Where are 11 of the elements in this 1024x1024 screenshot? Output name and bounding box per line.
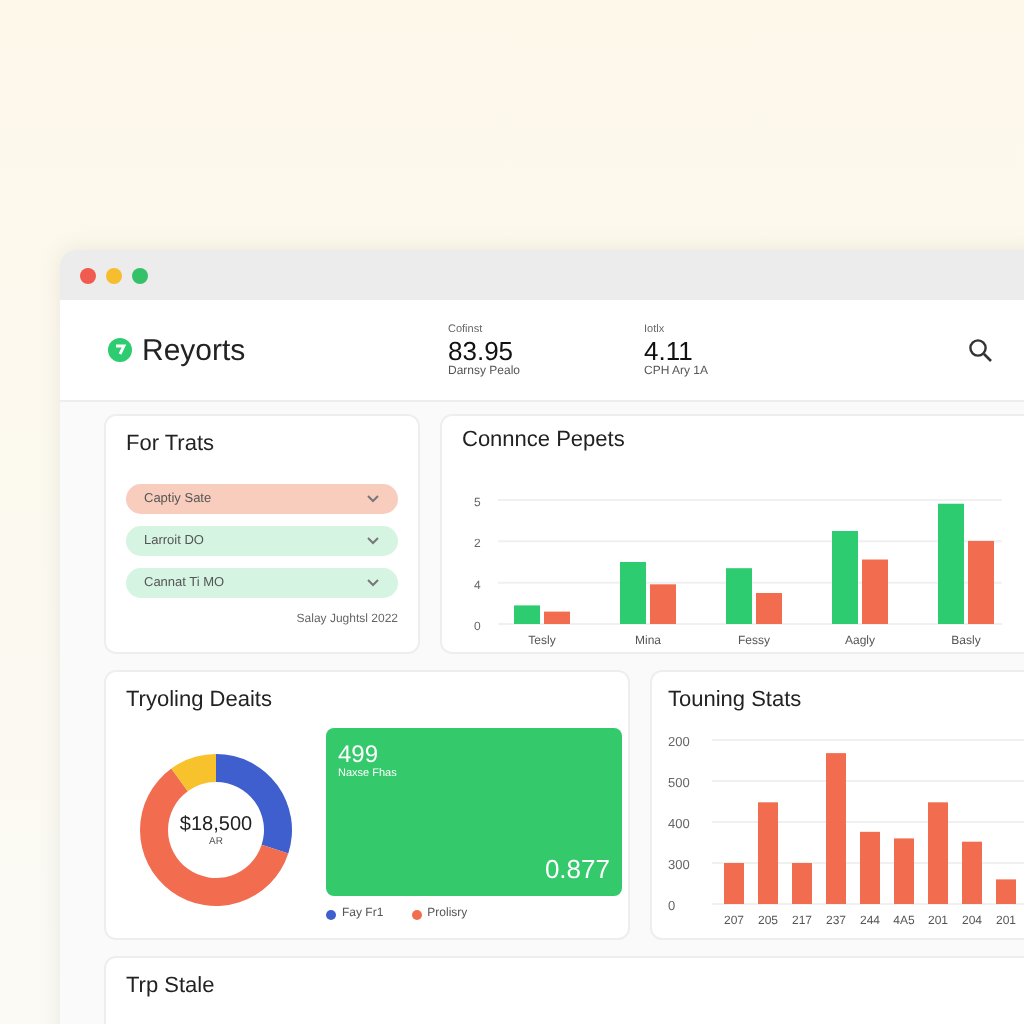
card-title: For Trats: [126, 432, 217, 456]
highlight-reading: 0.877: [544, 854, 610, 884]
highlight-value: 499: [338, 740, 381, 768]
app-title: Reyorts: [142, 333, 246, 367]
card-title: Tryoling Deaits: [126, 688, 274, 712]
donut-value: $18,500: [179, 813, 253, 835]
card-title: Connnce Pepets: [462, 428, 627, 452]
stat-value: 4.11: [644, 335, 695, 365]
card-title: Trp Stale: [126, 974, 217, 998]
stat-value: 83.95: [448, 335, 516, 365]
card-title: Touning Stats: [668, 688, 804, 712]
